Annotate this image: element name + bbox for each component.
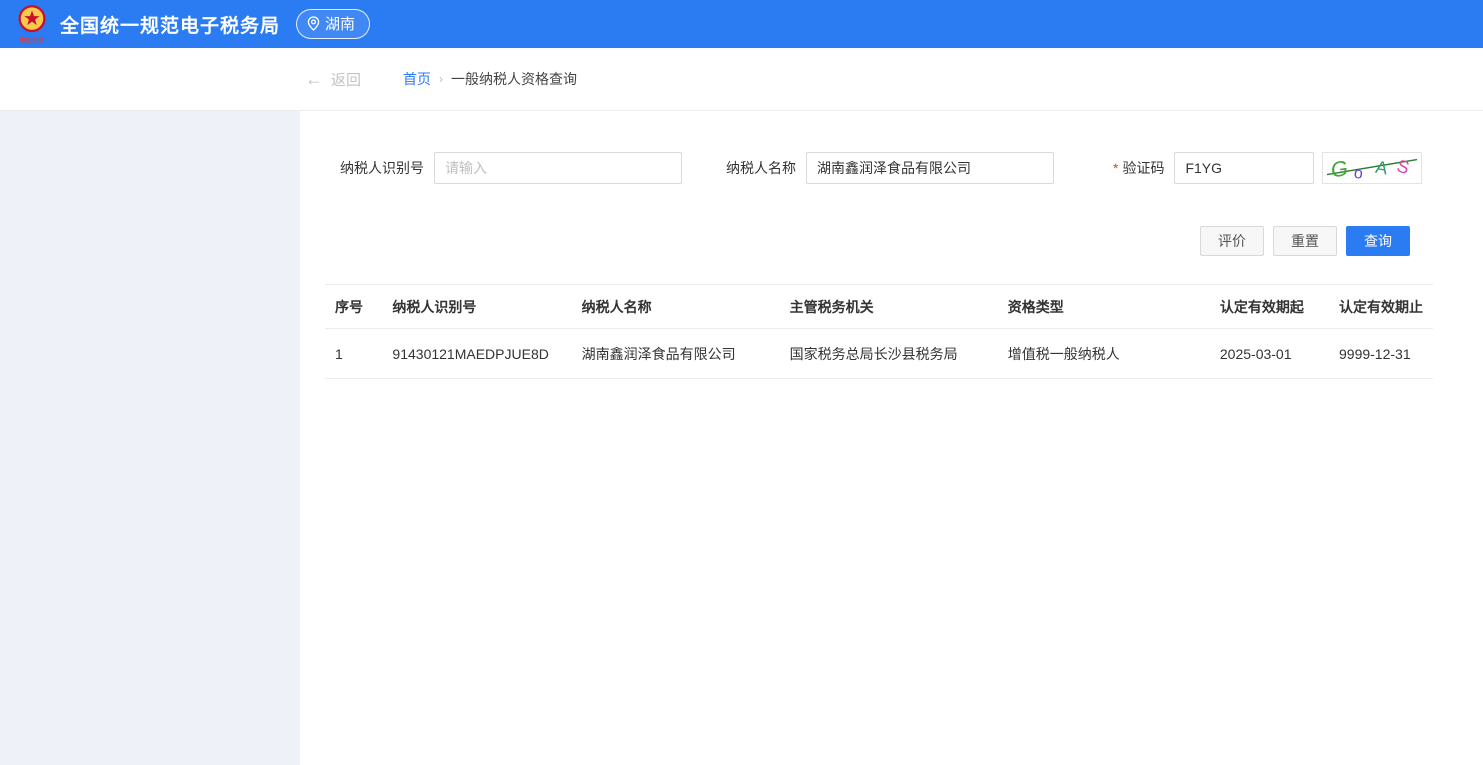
- captcha-char-4: S: [1395, 156, 1412, 179]
- breadcrumb-separator: ›: [439, 72, 443, 86]
- captcha-group: * 验证码 G o A S: [1113, 152, 1422, 184]
- breadcrumb-home-link[interactable]: 首页: [403, 69, 431, 89]
- cell-index: 1: [325, 329, 382, 379]
- taxpayer-name-group: 纳税人名称: [726, 152, 1054, 184]
- reset-button[interactable]: 重置: [1273, 226, 1337, 256]
- result-table: 序号 纳税人识别号 纳税人名称 主管税务机关 资格类型 认定有效期起 认定有效期…: [325, 284, 1433, 379]
- taxpayer-name-input[interactable]: [806, 152, 1054, 184]
- breadcrumb-current: 一般纳税人资格查询: [451, 69, 577, 89]
- taxpayer-id-group: 纳税人识别号: [340, 152, 682, 184]
- arrow-left-icon: ←: [305, 70, 323, 88]
- taxpayer-name-label: 纳税人名称: [726, 158, 796, 178]
- back-button[interactable]: ← 返回: [305, 69, 361, 90]
- location-selector[interactable]: 湖南: [296, 9, 370, 39]
- location-label: 湖南: [325, 13, 355, 34]
- back-label: 返回: [331, 69, 361, 90]
- taxpayer-id-input[interactable]: [434, 152, 682, 184]
- query-button[interactable]: 查询: [1346, 226, 1410, 256]
- breadcrumb-bar: ← 返回 首页 › 一般纳税人资格查询: [0, 48, 1483, 111]
- action-buttons: 评价 重置 查询: [325, 226, 1434, 256]
- logo-caption: 中国税务: [19, 35, 45, 44]
- captcha-char-1: G: [1330, 155, 1350, 182]
- table-row: 1 91430121MAEDPJUE8D 湖南鑫润泽食品有限公司 国家税务总局长…: [325, 329, 1433, 379]
- query-form: 纳税人识别号 纳税人名称 * 验证码 G o A S: [340, 152, 1434, 184]
- captcha-label: 验证码: [1122, 158, 1164, 178]
- col-header-tax-authority: 主管税务机关: [780, 285, 998, 329]
- main-panel: 纳税人识别号 纳税人名称 * 验证码 G o A S: [300, 111, 1483, 765]
- cell-taxpayer-name: 湖南鑫润泽食品有限公司: [572, 329, 780, 379]
- evaluate-button[interactable]: 评价: [1200, 226, 1264, 256]
- captcha-char-2: o: [1354, 165, 1365, 183]
- taxpayer-id-label: 纳税人识别号: [340, 158, 424, 178]
- cell-tax-authority: 国家税务总局长沙县税务局: [780, 329, 998, 379]
- col-header-valid-from: 认定有效期起: [1210, 285, 1329, 329]
- cell-valid-to: 9999-12-31: [1329, 329, 1433, 379]
- captcha-char-3: A: [1374, 157, 1389, 179]
- table-header-row: 序号 纳税人识别号 纳税人名称 主管税务机关 资格类型 认定有效期起 认定有效期…: [325, 285, 1433, 329]
- app-title: 全国统一规范电子税务局: [60, 11, 280, 38]
- page-content: 纳税人识别号 纳税人名称 * 验证码 G o A S: [0, 111, 1483, 765]
- captcha-input[interactable]: [1174, 152, 1314, 184]
- col-header-taxpayer-name: 纳税人名称: [572, 285, 780, 329]
- cell-taxpayer-id: 91430121MAEDPJUE8D: [382, 329, 571, 379]
- col-header-qualification: 资格类型: [998, 285, 1210, 329]
- col-header-valid-to: 认定有效期止: [1329, 285, 1433, 329]
- required-asterisk: *: [1113, 160, 1118, 176]
- col-header-taxpayer-id: 纳税人识别号: [382, 285, 571, 329]
- location-pin-icon: [307, 16, 320, 31]
- cell-qualification: 增值税一般纳税人: [998, 329, 1210, 379]
- col-header-index: 序号: [325, 285, 382, 329]
- captcha-image[interactable]: G o A S: [1322, 152, 1422, 184]
- app-header: 中国税务 全国统一规范电子税务局 湖南: [0, 0, 1483, 48]
- sidebar: [0, 111, 300, 765]
- cell-valid-from: 2025-03-01: [1210, 329, 1329, 379]
- tax-emblem-logo: 中国税务: [14, 3, 50, 45]
